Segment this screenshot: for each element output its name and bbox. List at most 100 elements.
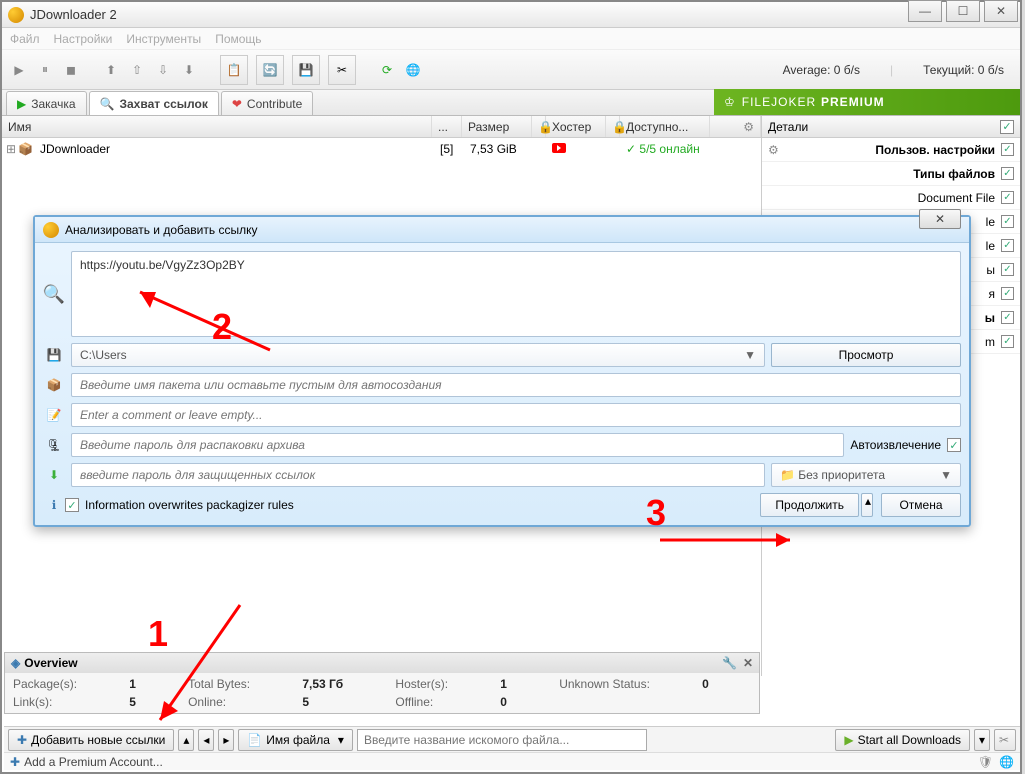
box-icon: 📦 — [43, 374, 65, 396]
tab-contribute[interactable]: ❤Contribute — [221, 91, 313, 115]
misc-button-2[interactable]: ▸ — [218, 729, 234, 751]
clipboard-icon[interactable]: 📋 — [220, 55, 248, 85]
magnifier-icon: 🔍 — [43, 283, 65, 305]
refresh-icon[interactable]: 🔄 — [256, 55, 284, 85]
menu-settings[interactable]: Настройки — [54, 32, 113, 46]
autoextract-checkbox[interactable]: ✓ — [947, 438, 961, 452]
priority-select[interactable]: 📁 Без приоритета▼ — [771, 463, 961, 487]
path-select[interactable]: C:\Users▼ — [71, 343, 765, 367]
play-icon[interactable]: ▶ — [8, 56, 30, 84]
window-controls: ― ☐ ✕ — [908, 0, 1018, 22]
gear-icon[interactable]: ⚙ — [710, 116, 761, 137]
row-count: [5] — [434, 142, 464, 156]
app-icon — [8, 7, 24, 23]
browse-button[interactable]: Просмотр — [771, 343, 961, 367]
th-hoster[interactable]: Хостер — [546, 116, 606, 137]
dialog-titlebar: Анализировать и добавить ссылку — [35, 217, 969, 243]
titlebar: JDownloader 2 ― ☐ ✕ — [2, 2, 1020, 28]
crown-icon: ♔ — [724, 95, 736, 109]
save-icon[interactable]: 💾 — [292, 55, 320, 85]
continue-dropdown[interactable]: ▴ — [861, 493, 873, 517]
filejoker-banner[interactable]: ♔ FILEJOKER PREMIUM — [714, 89, 1020, 115]
premium-bar: ✚ Add a Premium Account... 🛡 🌐 — [4, 752, 1020, 770]
lock-icon: 🔒 — [532, 116, 546, 137]
close-button[interactable]: ✕ — [984, 0, 1018, 22]
tab-downloads[interactable]: ▶Закачка — [6, 91, 87, 115]
autoextract-label: Автоизвлечение — [850, 438, 941, 452]
table-row[interactable]: ⊞ 📦 JDownloader [5] 7,53 GiB ✓ 5/5 онлай… — [2, 138, 761, 160]
arrow-up-icon[interactable]: ⬆ — [100, 56, 122, 84]
add-premium-label[interactable]: Add a Premium Account... — [24, 755, 163, 769]
gear-icon: ⚙ — [768, 143, 779, 157]
url-input[interactable] — [71, 251, 961, 337]
comment-input[interactable] — [71, 403, 961, 427]
archive-icon: 🗜 — [43, 434, 65, 456]
overview-stats: Package(s):1 Total Bytes:7,53 Гб Hoster(… — [5, 673, 759, 713]
details-checkbox[interactable]: ✓ — [1000, 120, 1014, 134]
misc-button-1[interactable]: ◂ — [198, 729, 214, 751]
arrow-down-icon[interactable]: ⇩ — [152, 56, 174, 84]
plus-icon: ✚ — [17, 733, 27, 747]
overwrite-checkbox[interactable]: ✓ — [65, 498, 79, 512]
tools-button[interactable]: ✂ — [994, 729, 1016, 751]
lock-icon-2: 🔒 — [606, 116, 620, 137]
arrow-down-icon-2[interactable]: ⬇ — [178, 56, 200, 84]
right-file-types[interactable]: Типы файлов ✓ — [762, 162, 1020, 186]
reload-icon[interactable]: ⟳ — [376, 56, 398, 84]
start-dropdown[interactable]: ▾ — [974, 729, 990, 751]
toolbar: ▶ ⏸ ◼ ⬆ ⇧ ⇩ ⬇ 📋 🔄 💾 ✂ ⟳ 🌐 Average: 0 б/s… — [2, 50, 1020, 90]
right-header: Детали ✓ — [762, 116, 1020, 138]
minimize-button[interactable]: ― — [908, 0, 942, 22]
average-speed: Average: 0 б/s — [783, 63, 860, 77]
row-size: 7,53 GiB — [464, 142, 532, 156]
dialog-title-text: Анализировать и добавить ссылку — [65, 223, 257, 237]
add-links-button[interactable]: ✚Добавить новые ссылки — [8, 729, 174, 751]
youtube-icon — [552, 143, 566, 153]
globe-icon[interactable]: 🌐 — [999, 755, 1014, 769]
delete-icon[interactable]: ✂ — [328, 55, 356, 85]
tab-linkgrabber[interactable]: 🔍Захват ссылок — [89, 91, 219, 115]
table-header: Имя ... Размер 🔒 Хостер 🔒 Доступно... ⚙ — [2, 116, 761, 138]
th-available[interactable]: Доступно... — [620, 116, 710, 137]
right-type-item[interactable]: Document File✓ — [762, 186, 1020, 210]
globe-icon[interactable]: 🌐 — [402, 56, 424, 84]
overview-panel: ◈ Overview 🔧✕ Package(s):1 Total Bytes:7… — [4, 652, 760, 714]
pause-icon[interactable]: ⏸ — [34, 56, 56, 84]
row-available: ✓ 5/5 онлайн — [620, 142, 706, 156]
arrow-up-icon-2[interactable]: ⇧ — [126, 56, 148, 84]
right-user-settings[interactable]: ⚙ Пользов. настройки ✓ — [762, 138, 1020, 162]
menubar: Файл Настройки Инструменты Помощь — [2, 28, 1020, 50]
stop-icon[interactable]: ◼ — [60, 56, 82, 84]
add-link-dialog: ✕ Анализировать и добавить ссылку 🔍 💾 C:… — [33, 215, 971, 527]
download-icon: ⬇ — [43, 464, 65, 486]
menu-help[interactable]: Помощь — [215, 32, 261, 46]
link-password-input[interactable] — [71, 463, 765, 487]
package-name-input[interactable] — [71, 373, 961, 397]
add-links-dropdown[interactable]: ▴ — [178, 729, 194, 751]
search-input[interactable] — [357, 729, 647, 751]
plus-icon: ✚ — [10, 755, 20, 769]
note-icon: 📝 — [43, 404, 65, 426]
continue-button[interactable]: Продолжить — [760, 493, 859, 517]
current-speed: Текущий: 0 б/s — [923, 63, 1004, 77]
shield-icon[interactable]: 🛡 — [978, 755, 993, 769]
expand-icon[interactable]: ⊞ — [6, 142, 18, 156]
cancel-button[interactable]: Отмена — [881, 493, 961, 517]
info-icon: ℹ — [43, 494, 65, 516]
th-name[interactable]: Имя — [2, 116, 432, 137]
menu-tools[interactable]: Инструменты — [126, 32, 201, 46]
overview-header: ◈ Overview 🔧✕ — [5, 653, 759, 673]
th-size[interactable]: Размер — [462, 116, 532, 137]
menu-file[interactable]: Файл — [10, 32, 40, 46]
archive-password-input[interactable] — [71, 433, 844, 457]
maximize-button[interactable]: ☐ — [946, 0, 980, 22]
window-title: JDownloader 2 — [30, 7, 117, 22]
dialog-close-button[interactable]: ✕ — [919, 209, 961, 229]
start-all-button[interactable]: ▶Start all Downloads — [835, 729, 970, 751]
th-dots[interactable]: ... — [432, 116, 462, 137]
close-panel-icon[interactable]: ✕ — [743, 656, 753, 670]
bottom-bar: ✚Добавить новые ссылки ▴ ◂ ▸ 📄Имя файла▾… — [4, 726, 1020, 752]
overwrite-label: Information overwrites packagizer rules — [85, 498, 294, 512]
filename-button[interactable]: 📄Имя файла▾ — [238, 729, 353, 751]
wrench-icon[interactable]: 🔧 — [722, 656, 737, 670]
